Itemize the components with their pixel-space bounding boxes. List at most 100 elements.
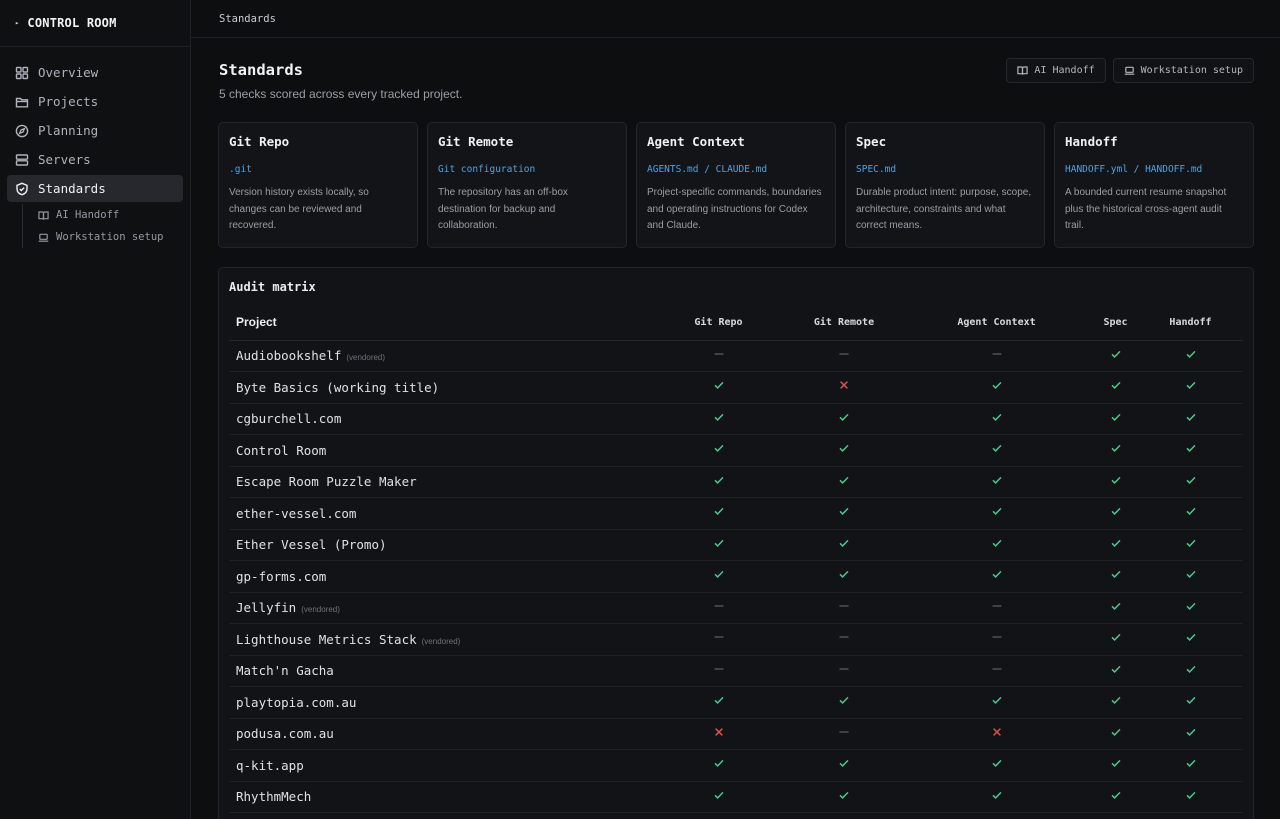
card-description: Durable product intent: purpose, scope, … [856, 187, 1032, 231]
project-cell: ether-vessel.com [229, 497, 649, 530]
check-cell [1093, 623, 1138, 656]
project-name[interactable]: Escape Room Puzzle Maker [236, 474, 417, 489]
dash-icon [713, 347, 725, 359]
table-row[interactable]: podusa.com.au [229, 718, 1243, 750]
shield-icon [15, 182, 29, 196]
table-row[interactable]: Match'n Gacha [229, 655, 1243, 687]
check-icon [1185, 599, 1197, 611]
sidebar-item-label: Planning [38, 123, 99, 138]
project-name[interactable]: Match'n Gacha [236, 663, 334, 678]
caret-right-icon: ▸ [15, 19, 20, 27]
dash-icon [713, 599, 725, 611]
project-name[interactable]: q-kit.app [236, 758, 304, 773]
check-card-handoff: Handoff HANDOFF.yml / HANDOFF.md A bound… [1054, 122, 1254, 248]
check-icon [838, 756, 850, 768]
check-cell [1093, 466, 1138, 498]
check-icon [838, 504, 850, 516]
column-header-agent-context[interactable]: Agent Context [900, 305, 1093, 341]
check-icon [1185, 567, 1197, 579]
check-cell [788, 529, 900, 561]
project-name[interactable]: gp-forms.com [236, 569, 326, 584]
column-header-handoff[interactable]: Handoff [1138, 305, 1243, 341]
sidebar-item-projects[interactable]: Projects [7, 88, 183, 115]
grid-icon [15, 66, 29, 80]
check-icon [713, 536, 725, 548]
project-name[interactable]: Byte Basics (working title) [236, 380, 439, 395]
sidebar-subitem-ai-handoff[interactable]: AI Handoff [23, 204, 183, 226]
project-name[interactable]: Lighthouse Metrics Stack [236, 632, 417, 647]
card-file: .git [229, 164, 252, 175]
table-row[interactable]: ether-vessel.com [229, 497, 1243, 530]
sidebar-subitem-workstation-setup[interactable]: Workstation setup [23, 226, 183, 248]
check-icon [1185, 756, 1197, 768]
check-cell [900, 781, 1093, 813]
table-row[interactable]: cgburchell.com [229, 403, 1243, 435]
check-cell [1093, 560, 1138, 593]
column-header-project[interactable]: Project [229, 305, 649, 341]
table-row[interactable]: Jellyfin (vendored) [229, 592, 1243, 624]
check-cell [788, 686, 900, 719]
check-cell [649, 623, 788, 656]
check-icon [1110, 378, 1122, 390]
check-cell [1093, 592, 1138, 624]
check-icon [838, 473, 850, 485]
project-name[interactable]: RhythmMech [236, 789, 311, 804]
table-row[interactable]: Escape Room Puzzle Maker [229, 466, 1243, 498]
app-title: CONTROL ROOM [27, 16, 117, 30]
check-icon [1185, 788, 1197, 800]
audit-table: Project Git Repo Git Remote Agent Contex… [229, 305, 1243, 813]
project-name[interactable]: Jellyfin [236, 600, 296, 615]
sidebar-item-servers[interactable]: Servers [7, 146, 183, 173]
project-name[interactable]: Audiobookshelf [236, 348, 341, 363]
card-title: Git Remote [438, 134, 514, 149]
sidebar-item-overview[interactable]: Overview [7, 59, 183, 86]
project-cell: cgburchell.com [229, 403, 649, 435]
vendored-tag: (vendored) [421, 636, 461, 646]
check-icon [991, 788, 1003, 800]
audit-table-body: Audiobookshelf (vendored) Byte Basics (wor… [229, 340, 1243, 813]
check-cell [649, 718, 788, 750]
project-name[interactable]: ether-vessel.com [236, 506, 356, 521]
check-cards: Git Repo .git Version history exists loc… [218, 122, 1254, 248]
project-name[interactable]: playtopia.com.au [236, 695, 356, 710]
column-header-git-remote[interactable]: Git Remote [788, 305, 900, 341]
project-name[interactable]: cgburchell.com [236, 411, 341, 426]
sidebar-item-standards[interactable]: Standards [7, 175, 183, 202]
sidebar-subnav: AI Handoff Workstation setup [22, 204, 183, 248]
table-row[interactable]: Audiobookshelf (vendored) [229, 340, 1243, 372]
check-cell [649, 340, 788, 372]
table-row[interactable]: Ether Vessel (Promo) [229, 529, 1243, 561]
sidebar-item-label: Projects [38, 94, 99, 109]
table-row[interactable]: Control Room [229, 434, 1243, 467]
app-brand[interactable]: ▸ CONTROL ROOM [0, 0, 190, 47]
project-cell: podusa.com.au [229, 718, 649, 750]
card-file: HANDOFF.yml / HANDOFF.md [1065, 164, 1203, 175]
sidebar-item-label: Standards [38, 181, 106, 196]
table-row[interactable]: Byte Basics (working title) [229, 371, 1243, 404]
table-row[interactable]: playtopia.com.au [229, 686, 1243, 719]
check-icon [991, 567, 1003, 579]
project-name[interactable]: podusa.com.au [236, 726, 334, 741]
dash-icon [713, 662, 725, 674]
ai-handoff-button[interactable]: AI Handoff [1006, 58, 1106, 83]
column-header-git-repo[interactable]: Git Repo [649, 305, 788, 341]
table-row[interactable]: RhythmMech [229, 781, 1243, 813]
sidebar-item-planning[interactable]: Planning [7, 117, 183, 144]
card-description: The repository has an off-box destinatio… [438, 187, 568, 231]
check-cell [1138, 371, 1243, 404]
check-icon [991, 756, 1003, 768]
sidebar-subitem-label: AI Handoff [56, 209, 120, 221]
column-header-spec[interactable]: Spec [1093, 305, 1138, 341]
check-cell [900, 560, 1093, 593]
project-name[interactable]: Control Room [236, 443, 326, 458]
check-icon [1110, 441, 1122, 453]
book-icon [1017, 65, 1034, 76]
table-row[interactable]: gp-forms.com [229, 560, 1243, 593]
workstation-setup-button[interactable]: Workstation setup [1112, 58, 1254, 83]
project-name[interactable]: Ether Vessel (Promo) [236, 537, 387, 552]
card-title: Handoff [1065, 134, 1118, 149]
project-cell: Escape Room Puzzle Maker [229, 466, 649, 498]
table-row[interactable]: q-kit.app [229, 749, 1243, 782]
sidebar: ▸ CONTROL ROOM Overview Projects Plannin… [0, 0, 191, 819]
table-row[interactable]: Lighthouse Metrics Stack (vendored) [229, 623, 1243, 656]
